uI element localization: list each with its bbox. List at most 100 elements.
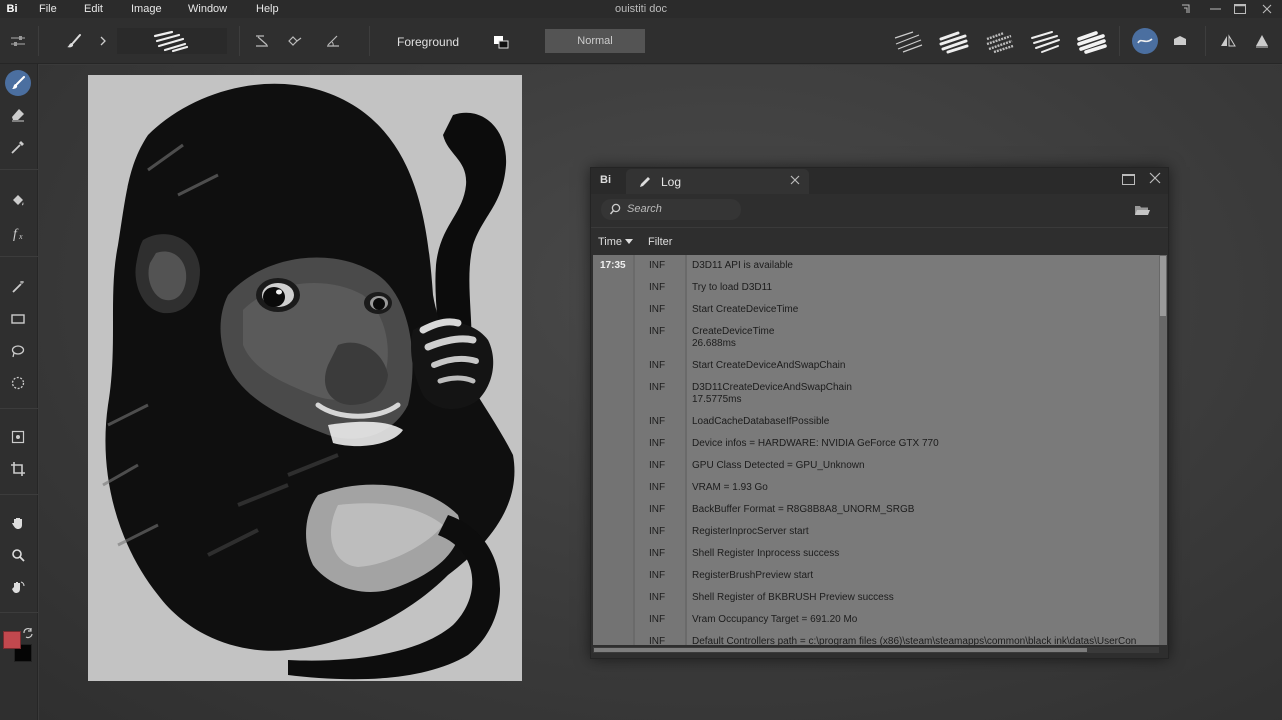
sliders-icon[interactable] bbox=[7, 30, 29, 52]
tool-separator bbox=[0, 169, 38, 170]
transform-tool[interactable] bbox=[5, 424, 31, 450]
zoom-icon bbox=[12, 549, 25, 562]
vertical-scrollbar-thumb[interactable] bbox=[1160, 256, 1166, 316]
crop-tool[interactable] bbox=[5, 456, 31, 482]
close-panel-icon[interactable] bbox=[1149, 171, 1161, 187]
magic-wand-tool[interactable] bbox=[5, 274, 31, 300]
document-canvas[interactable] bbox=[88, 75, 522, 681]
column-separator bbox=[633, 255, 635, 645]
column-separator bbox=[685, 255, 687, 645]
log-message: RegisterInprocServer start bbox=[692, 526, 809, 537]
log-level: INF bbox=[649, 504, 666, 515]
menu-window[interactable]: Window bbox=[188, 3, 227, 15]
color-mode-label[interactable]: Foreground bbox=[397, 35, 459, 49]
lasso-icon bbox=[11, 345, 25, 358]
crop-icon bbox=[11, 462, 25, 476]
symmetry-icon[interactable] bbox=[251, 30, 273, 52]
flip-icon[interactable] bbox=[1215, 28, 1241, 54]
primary-color-swatch[interactable] bbox=[3, 631, 21, 649]
lasso-tool[interactable] bbox=[5, 338, 31, 364]
tool-panel: fx bbox=[0, 64, 38, 720]
menu-edit[interactable]: Edit bbox=[84, 3, 103, 15]
svg-text:x: x bbox=[18, 232, 23, 241]
log-level: INF bbox=[649, 382, 666, 393]
log-level: INF bbox=[649, 304, 666, 315]
rectangle-icon bbox=[11, 314, 25, 324]
maximize-panel-icon[interactable] bbox=[1122, 174, 1135, 185]
pan-tool[interactable] bbox=[5, 510, 31, 536]
log-message: Device infos = HARDWARE: NVIDIA GeForce … bbox=[692, 438, 939, 449]
log-level: INF bbox=[649, 636, 666, 645]
zoom-tool[interactable] bbox=[5, 542, 31, 568]
log-message: CreateDeviceTime 26.688ms bbox=[692, 326, 775, 349]
rect-select-tool[interactable] bbox=[5, 306, 31, 332]
tool-separator bbox=[0, 494, 38, 495]
log-message: D3D11CreateDeviceAndSwapChain 17.5775ms bbox=[692, 382, 852, 405]
brush-stroke-preview bbox=[153, 30, 189, 53]
column-time[interactable]: Time bbox=[598, 236, 634, 248]
brush-preset-4[interactable] bbox=[1028, 28, 1062, 56]
tablet-icon[interactable] bbox=[1167, 28, 1193, 54]
log-message: GPU Class Detected = GPU_Unknown bbox=[692, 460, 865, 471]
toolbar-separator bbox=[1205, 26, 1206, 56]
close-icon[interactable] bbox=[1255, 1, 1279, 17]
brush-icon[interactable] bbox=[63, 30, 85, 52]
mirror-icon[interactable] bbox=[1249, 28, 1275, 54]
eyedropper-icon bbox=[11, 141, 24, 154]
log-level: INF bbox=[649, 592, 666, 603]
pin-icon[interactable] bbox=[1174, 1, 1198, 17]
log-message: Start CreateDeviceTime bbox=[692, 304, 799, 315]
foreground-swatch-icon[interactable] bbox=[493, 35, 509, 49]
log-level: INF bbox=[649, 416, 666, 427]
log-table: 17:35 INF D3D11 API is available INF Try… bbox=[593, 255, 1159, 645]
wet-mode-icon[interactable] bbox=[1132, 28, 1158, 54]
log-level: INF bbox=[649, 360, 666, 371]
brush-preset-2[interactable] bbox=[936, 28, 970, 56]
minimize-icon[interactable] bbox=[1203, 1, 1227, 17]
swap-colors-icon[interactable] bbox=[22, 627, 34, 639]
filter-tool[interactable]: fx bbox=[5, 220, 31, 246]
color-picker-tool[interactable] bbox=[5, 134, 31, 160]
log-level: INF bbox=[649, 526, 666, 537]
brush-preset-5[interactable] bbox=[1074, 28, 1108, 56]
search-icon bbox=[609, 203, 623, 217]
log-level: INF bbox=[649, 282, 666, 293]
ellipse-select-tool[interactable] bbox=[5, 370, 31, 396]
close-tab-icon[interactable] bbox=[790, 174, 800, 188]
stabilizer-icon[interactable] bbox=[284, 30, 306, 52]
horizontal-scrollbar-thumb[interactable] bbox=[594, 648, 1087, 652]
brush-icon bbox=[12, 76, 25, 89]
fill-tool[interactable] bbox=[5, 188, 31, 214]
log-message: Start CreateDeviceAndSwapChain bbox=[692, 360, 846, 371]
brush-preview[interactable] bbox=[117, 28, 227, 54]
log-message: RegisterBrushPreview start bbox=[692, 570, 814, 581]
log-search-input[interactable]: Search bbox=[601, 199, 741, 220]
log-divider bbox=[591, 227, 1168, 228]
log-level: INF bbox=[649, 548, 666, 559]
brush-tool[interactable] bbox=[5, 70, 31, 96]
log-panel: Bi Log Search Time Filter 17:35 INF D3D1… bbox=[590, 167, 1169, 659]
function-icon: fx bbox=[13, 227, 23, 241]
column-filter[interactable]: Filter bbox=[648, 236, 672, 248]
toolbar-separator bbox=[239, 26, 240, 56]
log-level: INF bbox=[649, 614, 666, 625]
log-level: INF bbox=[649, 438, 666, 449]
log-message: Shell Register Inprocess success bbox=[692, 548, 840, 559]
menu-file[interactable]: File bbox=[39, 3, 57, 15]
brush-preset-3[interactable] bbox=[982, 28, 1016, 56]
blend-mode-select[interactable]: Normal bbox=[545, 29, 645, 53]
menu-image[interactable]: Image bbox=[131, 3, 162, 15]
chevron-right-icon[interactable] bbox=[92, 30, 114, 52]
log-message: D3D11 API is available bbox=[692, 260, 793, 271]
angle-icon[interactable] bbox=[322, 30, 344, 52]
menu-help[interactable]: Help bbox=[256, 3, 279, 15]
log-message: BackBuffer Format = R8G8B8A8_UNORM_SRGB bbox=[692, 504, 915, 515]
tab-log[interactable]: Log bbox=[626, 169, 809, 194]
eraser-tool[interactable] bbox=[5, 102, 31, 128]
folder-icon[interactable] bbox=[1134, 203, 1150, 217]
log-message: LoadCacheDatabaseIfPossible bbox=[692, 416, 830, 427]
brush-preset-1[interactable] bbox=[891, 28, 925, 56]
rotate-tool[interactable] bbox=[5, 574, 31, 600]
log-message: VRAM = 1.93 Go bbox=[692, 482, 768, 493]
maximize-icon[interactable] bbox=[1228, 1, 1252, 17]
